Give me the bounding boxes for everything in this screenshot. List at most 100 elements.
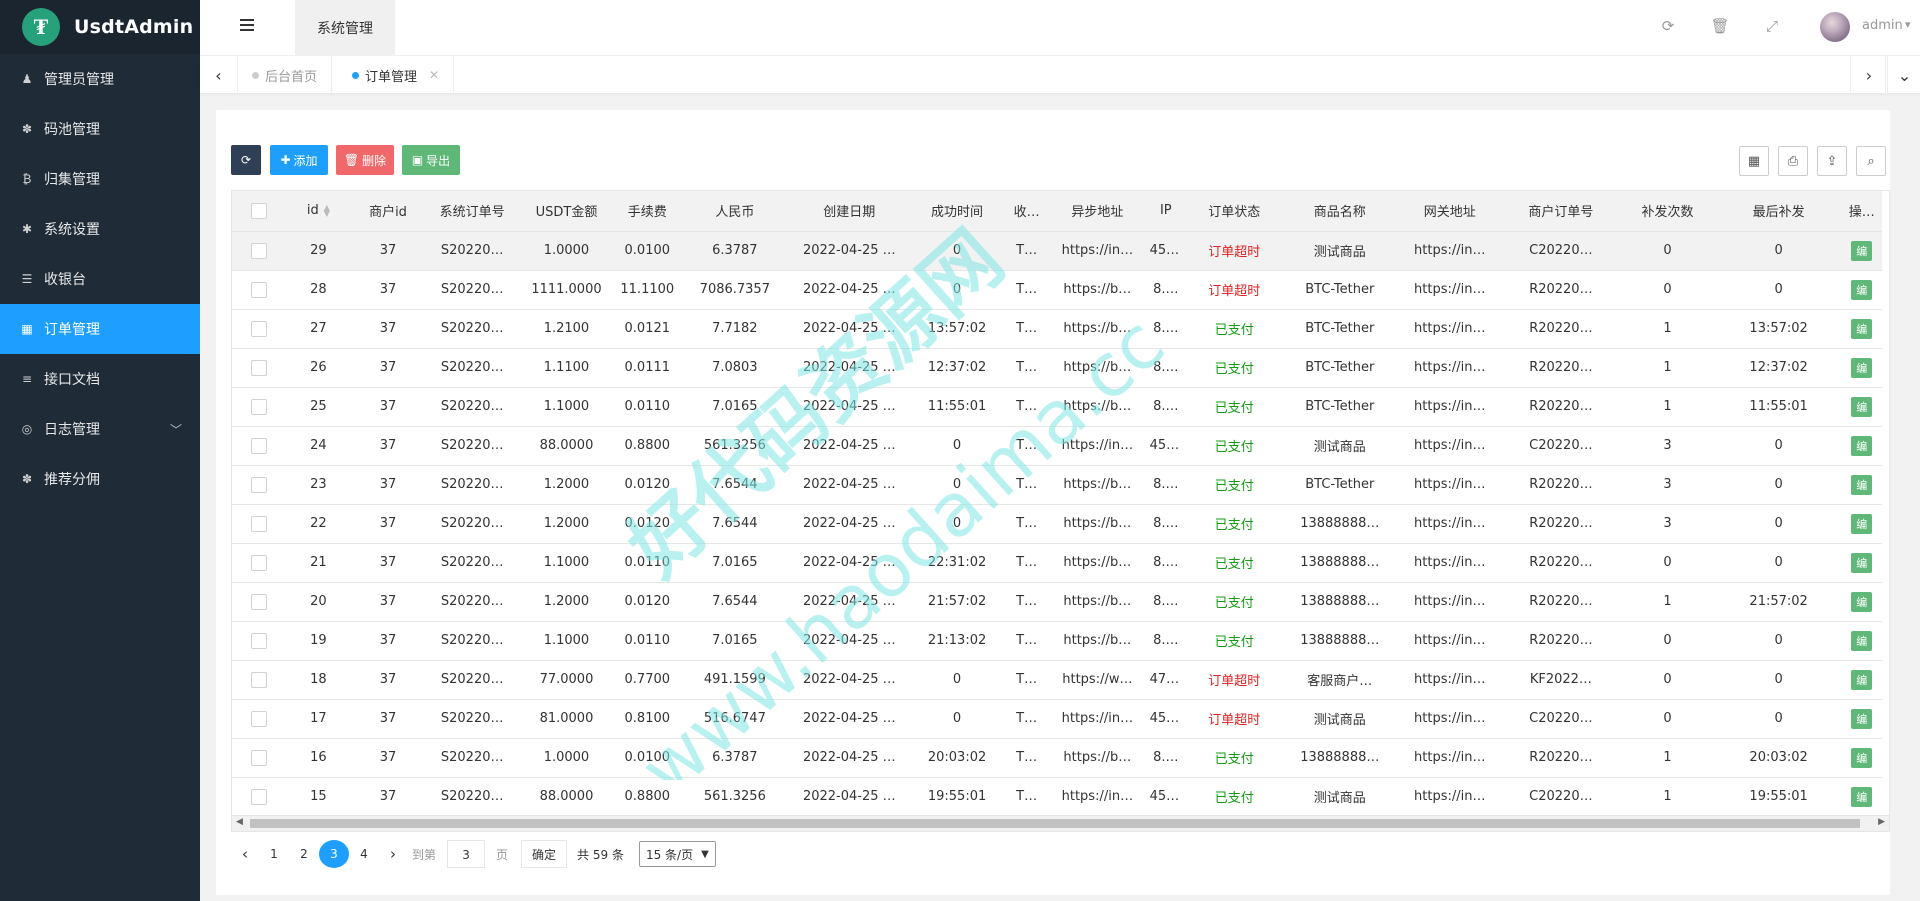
table-row[interactable]: 15 37 S20220… 88.0000 0.8800 561.3256 2022-04-… [232,777,1882,815]
column-header[interactable]: id ▲ ▼ [285,191,351,232]
edit-button[interactable]: 编 [1851,357,1873,378]
caret-down-icon[interactable]: ▾ [1905,18,1911,31]
trash-icon[interactable]: 🗑 [1710,16,1730,36]
edit-button[interactable]: 编 [1851,786,1873,807]
row-checkbox[interactable] [232,231,286,271]
chevron-down-icon[interactable]: ⌄ [1885,56,1920,94]
avatar[interactable] [1820,12,1850,42]
goto-page-input[interactable]: 3 [447,840,486,868]
select-all-checkbox[interactable] [232,191,286,232]
checkbox-icon[interactable] [250,749,267,766]
checkbox-icon[interactable] [250,281,267,298]
row-checkbox[interactable] [232,660,286,700]
row-checkbox[interactable] [232,309,286,349]
sidebar-item-orders[interactable]: ▦ 订单管理 [0,304,200,354]
refresh-icon[interactable]: ⟳ [1658,16,1678,36]
checkbox-icon[interactable] [250,320,267,337]
checkbox-icon[interactable] [250,710,267,727]
row-checkbox[interactable] [232,426,286,466]
user-name[interactable]: admin [1862,18,1903,33]
export-button[interactable]: ▣ 导出 [402,145,460,175]
goto-confirm-button[interactable]: 确定 [521,840,568,868]
columns-icon[interactable]: ▦ [1739,146,1769,176]
scroll-right-icon[interactable]: ▶ [1878,817,1885,827]
table-row[interactable]: 20 37 S20220… 1.2000 0.0120 7.6544 2022-04-25 … [232,582,1882,622]
chevron-left-icon[interactable]: ‹ [200,56,238,94]
row-checkbox[interactable] [232,504,286,544]
edit-button[interactable]: 编 [1851,240,1873,261]
checkbox-icon[interactable] [250,437,267,454]
sidebar-item-collection[interactable]: ₿ 归集管理 [0,154,200,204]
row-checkbox[interactable] [232,348,286,388]
edit-button[interactable]: 编 [1851,318,1873,339]
table-row[interactable]: 19 37 S20220… 1.1000 0.0110 7.0165 2022-04-25 … [232,621,1882,661]
sidebar-item-code-pool[interactable]: ✽ 码池管理 [0,104,200,154]
edit-button[interactable]: 编 [1851,591,1873,612]
export-icon[interactable]: ⇪ [1817,146,1847,176]
page-number-current[interactable]: 3 [319,840,349,868]
checkbox-icon[interactable] [250,359,267,376]
page-number[interactable]: 4 [349,840,379,868]
checkbox-icon[interactable] [250,632,267,649]
edit-button[interactable]: 编 [1851,630,1873,651]
sidebar-item-cashier[interactable]: ☰ 收银台 [0,254,200,304]
fullscreen-icon[interactable]: ⤢ [1762,16,1782,36]
checkbox-icon[interactable] [250,788,267,805]
row-checkbox[interactable] [232,270,286,310]
edit-button[interactable]: 编 [1851,747,1873,768]
row-checkbox[interactable] [232,387,286,427]
table-row[interactable]: 18 37 S20220… 77.0000 0.7700 491.1599 2022-04-… [232,660,1882,700]
row-checkbox[interactable] [232,582,286,622]
row-checkbox[interactable] [232,543,286,583]
checkbox-icon[interactable] [250,476,267,493]
edit-button[interactable]: 编 [1851,708,1873,729]
horizontal-scrollbar[interactable]: ◀ ▶ [231,816,1890,832]
checkbox-icon[interactable] [250,398,267,415]
edit-button[interactable]: 编 [1851,552,1873,573]
row-checkbox[interactable] [232,777,286,815]
tab-orders[interactable]: 订单管理 ✕ [338,56,455,94]
checkbox-icon[interactable] [250,593,267,610]
scroll-left-icon[interactable]: ◀ [236,817,243,827]
next-page-icon[interactable]: › [379,845,407,863]
sidebar-item-logs[interactable]: ◎ 日志管理 ﹀ [0,404,200,454]
checkbox-icon[interactable] [250,242,267,259]
page-size-select[interactable]: 15 条/页 ▼ [638,841,716,867]
table-row[interactable]: 25 37 S20220… 1.1000 0.0110 7.0165 2022-04-25 … [232,387,1882,427]
table-row[interactable]: 24 37 S20220… 88.0000 0.8800 561.3256 2022-04-… [232,426,1882,466]
brand[interactable]: ₮ UsdtAdmin [0,0,200,54]
menu-toggle-icon[interactable] [240,19,254,33]
row-checkbox[interactable] [232,465,286,505]
chevron-right-icon[interactable]: › [1850,56,1888,94]
print-icon[interactable]: ⎙ [1778,146,1808,176]
row-checkbox[interactable] [232,738,286,778]
close-icon[interactable]: ✕ [429,68,439,82]
sidebar-item-admin[interactable]: ♟ 管理员管理 [0,54,200,104]
sidebar-item-referral[interactable]: ✽ 推荐分佣 [0,454,200,504]
checkbox-icon[interactable] [250,515,267,532]
table-row[interactable]: 16 37 S20220… 1.0000 0.0100 6.3787 2022-04-25 … [232,738,1882,778]
add-button[interactable]: ✚ 添加 [270,145,328,175]
sort-icon[interactable]: ▲ ▼ [324,203,330,217]
checkbox-icon[interactable] [250,554,267,571]
scrollbar-thumb[interactable] [250,819,1860,828]
row-checkbox[interactable] [232,621,286,661]
table-row[interactable]: 27 37 S20220… 1.2100 0.0121 7.7182 2022-04-25 … [232,309,1882,349]
checkbox-icon[interactable] [250,202,267,219]
sidebar-item-api-docs[interactable]: ≡ 接口文档 [0,354,200,404]
row-checkbox[interactable] [232,699,286,739]
table-row[interactable]: 21 37 S20220… 1.1000 0.0110 7.0165 2022-04-25 … [232,543,1882,583]
edit-button[interactable]: 编 [1851,669,1873,690]
table-row[interactable]: 26 37 S20220… 1.1100 0.0111 7.0803 2022-04-25 … [232,348,1882,388]
checkbox-icon[interactable] [250,671,267,688]
reload-button[interactable]: ⟳ [231,145,261,175]
page-number[interactable]: 2 [289,840,319,868]
edit-button[interactable]: 编 [1851,474,1873,495]
page-number[interactable]: 1 [259,840,289,868]
header-tab-system[interactable]: 系统管理 [295,0,395,56]
sidebar-item-settings[interactable]: ✱ 系统设置 [0,204,200,254]
edit-button[interactable]: 编 [1851,279,1873,300]
table-row[interactable]: 29 37 S20220… 1.0000 0.0100 6.3787 2022-04-25 … [232,231,1882,271]
delete-button[interactable]: 🗑 删除 [336,145,394,175]
table-row[interactable]: 22 37 S20220… 1.2000 0.0120 7.6544 2022-04-25 … [232,504,1882,544]
